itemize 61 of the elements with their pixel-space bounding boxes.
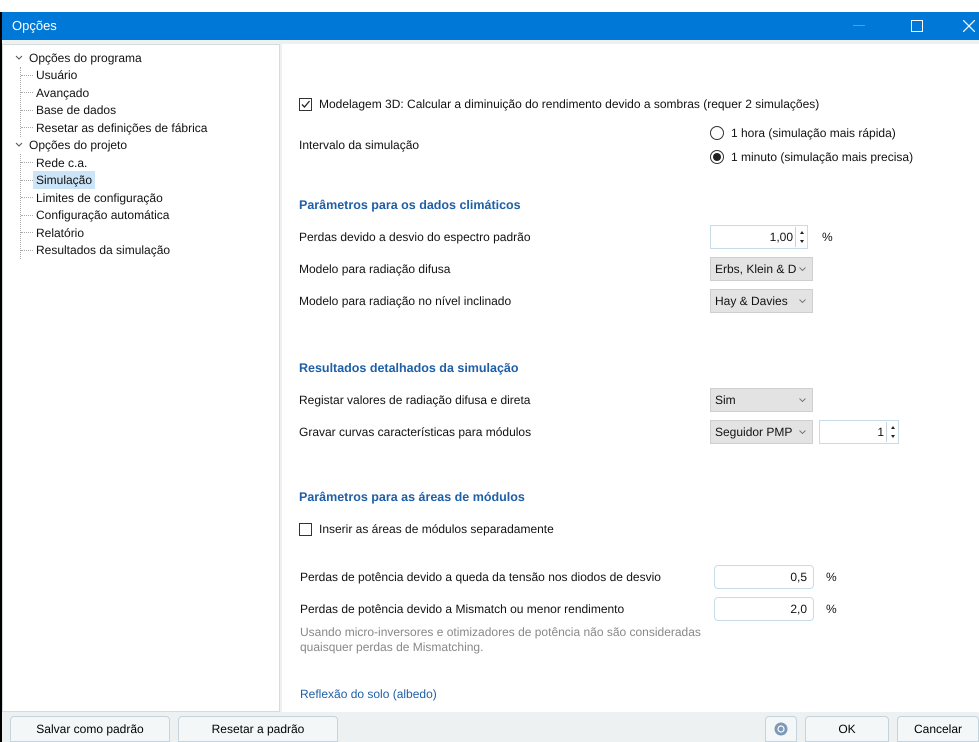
hint-text: Usando micro-inversores e otimizadores de potência não são consideradas quaisquer perdas de Mismatching. [299,625,702,655]
number-field[interactable]: 1,00 [710,225,808,249]
radio-button[interactable] [710,150,724,164]
radio-label: 1 minuto (simulação mais precisa) [731,149,914,166]
chevron-down-icon [799,430,806,434]
field-label: Perdas devido a desvio do espectro padrão [299,229,532,246]
tree-item[interactable]: Avançado [33,84,92,102]
ok-button[interactable]: OK [805,716,889,742]
tree-item[interactable]: Usuário [33,66,80,84]
number-field[interactable]: 2,0 [714,597,814,621]
maximize-icon[interactable] [911,20,923,32]
tree-item[interactable]: Limites de configuração [33,188,166,207]
help-icon [774,722,788,736]
tree-item[interactable]: Base de dados [33,101,120,120]
albedo-link[interactable]: Reflexão do solo (albedo) [300,687,437,701]
chevron-down-icon [799,398,806,402]
field-label: Gravar curvas características para módulos [299,424,532,441]
section-heading: Parâmetros para os dados climáticos [299,197,522,214]
tree-item[interactable]: Rede c.a. [33,154,90,172]
radio-button[interactable] [710,126,724,140]
close-icon[interactable] [963,20,975,32]
help-button[interactable] [765,716,797,742]
window-title: Opções [12,17,58,36]
reset-default-button[interactable]: Resetar a padrão [178,716,338,742]
dropdown[interactable]: Erbs, Klein & D [710,257,813,281]
field-label: Registar valores de radiação difusa e direta [299,392,532,409]
chevron-down-icon[interactable] [15,54,23,61]
section-heading: Parâmetros para as áreas de módulos [299,489,526,506]
tree-item[interactable]: Resultados da simulação [33,241,174,260]
number-field[interactable]: 1 [819,420,899,444]
save-default-button[interactable]: Salvar como padrão [10,716,170,742]
radio-label: 1 hora (simulação mais rápida) [731,125,896,142]
unit-label: % [826,601,837,618]
field-label: Intervalo da simulação [299,137,420,154]
unit-label: % [822,229,833,246]
field-label: Perdas de potência devido a Mismatch ou menor rendimento [299,601,626,618]
number-field[interactable]: 0,5 [714,565,814,589]
checkbox-label: Modelagem 3D: Calcular a diminuição do rendimento devido a sombras (requer 2 simulações) [319,96,820,113]
chevron-down-icon [799,299,806,303]
field-label: Perdas de potência devido a queda da tensão nos diodos de desvio [299,569,662,586]
tree-item[interactable]: Opções do projeto [27,136,130,154]
tree-item[interactable]: Configuração automática [33,206,172,224]
spin-buttons[interactable] [795,227,807,247]
tree-item[interactable]: Relatório [33,224,88,242]
dropdown[interactable]: Sim [710,388,813,412]
section-heading: Resultados detalhados da simulação [299,360,520,377]
tree-item[interactable]: Resetar as definições de fábrica [33,118,210,137]
dropdown[interactable]: Hay & Davies [710,289,813,313]
unit-label: % [826,569,837,586]
checkbox-label: Inserir as áreas de módulos separadamente [319,521,554,538]
checkbox[interactable] [299,98,312,110]
field-label: Modelo para radiação no nível inclinado [299,293,512,310]
field-label: Modelo para radiação difusa [299,261,452,278]
spin-buttons[interactable] [886,422,898,442]
checkbox[interactable] [299,522,312,536]
chevron-down-icon[interactable] [15,142,23,148]
tree-item[interactable]: Simulação [33,171,96,190]
tree-item[interactable]: Opções do programa [27,48,144,67]
dropdown[interactable]: Seguidor PMP [710,420,813,444]
cancel-button[interactable]: Cancelar [897,716,979,742]
chevron-down-icon [799,267,806,271]
